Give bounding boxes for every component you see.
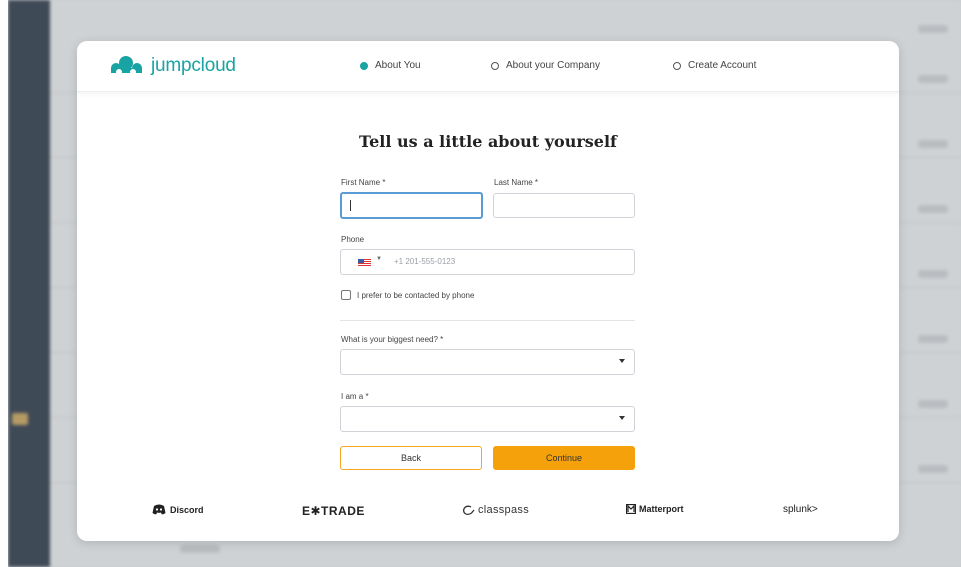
background-cell	[918, 400, 948, 408]
first-name-label: First Name *	[341, 178, 386, 187]
phone-placeholder: +1 201-555-0123	[394, 257, 456, 266]
classpass-logo: classpass	[462, 504, 529, 516]
signup-modal: jumpcloud About You About your Company C…	[77, 41, 899, 541]
biggest-need-select[interactable]	[340, 349, 635, 375]
background-cell	[918, 270, 948, 278]
step-label: Create Account	[688, 60, 757, 71]
window-edge	[0, 0, 8, 567]
logo-text: jumpcloud	[151, 55, 236, 76]
step-label: About You	[375, 60, 421, 71]
first-name-field[interactable]	[340, 192, 483, 219]
step-inactive-circle-icon	[673, 61, 681, 70]
step-inactive-circle-icon	[491, 61, 499, 70]
background-cell	[918, 335, 948, 343]
discord-icon	[152, 504, 166, 515]
background-cell	[918, 25, 948, 33]
phone-label: Phone	[341, 235, 365, 244]
page-title: Tell us a little about yourself	[359, 132, 617, 151]
jumpcloud-cloud-icon	[111, 56, 142, 75]
discord-text: Discord	[170, 504, 204, 515]
dropdown-arrow-icon	[619, 416, 625, 420]
form-divider	[340, 320, 635, 321]
step-label: About your Company	[506, 60, 600, 71]
discord-logo: Discord	[152, 504, 204, 515]
background-cell	[918, 75, 948, 83]
background-cell	[918, 140, 948, 148]
step-about-you: About You	[360, 60, 421, 71]
background-cell	[918, 205, 948, 213]
biggest-need-label: What is your biggest need? *	[341, 335, 444, 344]
chevron-down-icon[interactable]: ▼	[376, 256, 382, 262]
etrade-logo: E✱TRADE	[302, 504, 365, 518]
background-cell	[180, 545, 220, 553]
sidebar-collapse-handle-icon	[12, 413, 28, 425]
i-am-a-select[interactable]	[340, 406, 635, 432]
last-name-label: Last Name *	[494, 178, 539, 187]
matterport-text: Matterport	[639, 504, 684, 514]
step-active-dot-icon	[360, 61, 368, 70]
classpass-text: classpass	[478, 504, 529, 516]
jumpcloud-logo[interactable]: jumpcloud	[107, 54, 236, 78]
i-am-a-label: I am a *	[341, 392, 369, 401]
continue-button[interactable]: Continue	[493, 446, 635, 470]
step-create-account: Create Account	[673, 60, 756, 71]
step-about-company: About your Company	[491, 60, 600, 71]
background-cell	[918, 465, 948, 473]
matterport-icon	[626, 504, 636, 514]
dropdown-arrow-icon	[619, 359, 625, 363]
classpass-icon	[462, 505, 475, 515]
matterport-logo: Matterport	[626, 504, 684, 514]
phone-field[interactable]: ▼ +1 201-555-0123	[340, 249, 635, 275]
us-flag-icon[interactable]	[358, 259, 371, 267]
modal-header: jumpcloud About You About your Company C…	[77, 41, 899, 92]
contact-by-phone-checkbox[interactable]	[341, 290, 351, 300]
text-caret	[350, 200, 351, 211]
background-sidebar	[8, 0, 50, 567]
back-button[interactable]: Back	[340, 446, 482, 470]
splunk-logo: splunk>	[783, 504, 818, 515]
contact-by-phone-label: I prefer to be contacted by phone	[357, 291, 475, 300]
last-name-field[interactable]	[493, 193, 635, 218]
